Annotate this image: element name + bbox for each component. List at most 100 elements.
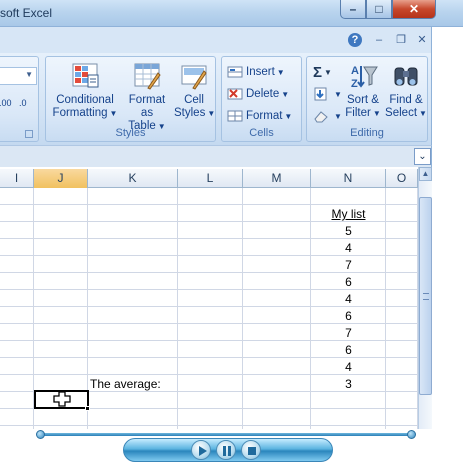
list-value-cell[interactable]: 7	[311, 257, 386, 274]
binoculars-icon	[394, 67, 418, 86]
format-as-table-button[interactable]: Format as Table ▼	[122, 61, 172, 133]
play-button[interactable]	[191, 440, 211, 460]
list-value-cell[interactable]: 5	[311, 223, 386, 240]
sort-filter-label-1: Sort &	[347, 94, 379, 106]
maximize-button[interactable]: □	[366, 0, 392, 19]
dropdown-arrow-icon: ▼	[419, 109, 427, 118]
increase-decimal-button[interactable]: .00	[0, 99, 12, 108]
clear-button[interactable]: ▼	[313, 107, 342, 125]
column-header-k[interactable]: K	[88, 169, 178, 188]
worksheet-grid[interactable]: IJKLMNO My list 5 4 7 6 4 6 7 6 4 3 The average:	[0, 169, 418, 429]
delete-cells-icon	[227, 88, 243, 100]
format-as-table-icon	[134, 63, 161, 90]
seek-start-knob[interactable]	[36, 430, 45, 439]
list-value-cell[interactable]: 3	[311, 376, 386, 393]
average-label-cell[interactable]: The average:	[90, 376, 161, 393]
list-value-cell[interactable]: 6	[311, 308, 386, 325]
column-header-n[interactable]: N	[311, 169, 386, 188]
stop-button[interactable]	[241, 440, 261, 460]
insert-label: Insert	[246, 66, 275, 78]
delete-button[interactable]: Delete ▼	[227, 85, 289, 103]
conditional-formatting-button[interactable]: Conditional Formatting ▼	[50, 61, 120, 120]
sort-filter-button[interactable]: A Z Sort & Filter ▼	[343, 61, 383, 120]
cells-group: Insert ▼ Delete ▼ Format ▼ Cells	[221, 56, 302, 142]
ribbon-restore-button[interactable]: ❐	[394, 33, 408, 47]
editing-group: Σ ▼ ▼ ▼ A Z Sort & Filter ▼ Find & Selec…	[306, 56, 428, 142]
cell-styles-label-1: Cell	[184, 94, 204, 106]
list-value-cell[interactable]: 7	[311, 325, 386, 342]
delete-label: Delete	[246, 88, 280, 100]
column-header-m[interactable]: M	[243, 169, 311, 188]
column-header-j[interactable]: J	[34, 169, 88, 188]
ribbon-minimize-button[interactable]: –	[372, 33, 386, 47]
help-icon[interactable]: ?	[348, 33, 362, 47]
grid-column-line	[177, 188, 178, 429]
cross-cursor-icon	[53, 391, 71, 407]
styles-group: Conditional Formatting ▼ Format as Table ▼…	[45, 56, 216, 142]
dialog-launcher-icon[interactable]	[25, 130, 33, 138]
column-header-l[interactable]: L	[178, 169, 243, 188]
number-group: ▼ .00 .0	[0, 56, 39, 142]
dropdown-arrow-icon: ▼	[276, 67, 285, 77]
styles-group-label: Styles	[115, 127, 146, 139]
vertical-scrollbar[interactable]: ▲	[418, 167, 432, 429]
find-select-button[interactable]: Find & Select ▼	[385, 61, 427, 120]
conditional-formatting-label-1: Conditional	[56, 94, 114, 106]
column-header-i[interactable]: I	[0, 169, 34, 188]
cell-styles-label-2: Styles	[174, 107, 206, 119]
fill-button[interactable]: ▼	[313, 85, 342, 103]
conditional-formatting-label-2: Formatting	[52, 107, 108, 119]
title-bar: soft Excel – □ ✕	[0, 0, 463, 27]
inc-decimal-label: .00	[0, 98, 12, 108]
seek-track[interactable]	[36, 430, 416, 439]
eraser-icon	[314, 111, 328, 123]
seek-end-knob[interactable]	[407, 430, 416, 439]
number-format-dropdown[interactable]: ▼	[0, 67, 37, 85]
conditional-formatting-icon	[72, 63, 99, 88]
scroll-up-button[interactable]: ▲	[419, 167, 432, 181]
fill-down-icon	[314, 87, 327, 101]
window-title: soft Excel	[0, 6, 53, 20]
list-value-cell[interactable]: 4	[311, 291, 386, 308]
format-button[interactable]: Format ▼	[227, 107, 292, 125]
list-value-cell[interactable]: 6	[311, 342, 386, 359]
ribbon-close-button[interactable]: ✕	[415, 33, 429, 47]
format-label: Format	[246, 110, 283, 122]
dropdown-arrow-icon: ▼	[281, 89, 290, 99]
playback-controls	[123, 438, 333, 462]
list-header-cell[interactable]: My list	[311, 206, 386, 223]
chevron-down-icon: ▼	[25, 70, 33, 79]
dropdown-arrow-icon: ▼	[334, 89, 342, 99]
expand-formula-bar-button[interactable]: ⌄	[414, 148, 431, 165]
find-select-label-1: Find &	[389, 94, 423, 106]
grid-row-line	[0, 425, 418, 426]
grid-column-line	[242, 188, 243, 429]
minimize-button[interactable]: –	[340, 0, 366, 19]
list-value-cell[interactable]: 4	[311, 359, 386, 376]
column-header-row: IJKLMNO	[0, 169, 418, 188]
list-value-cell[interactable]: 6	[311, 274, 386, 291]
pause-icon	[223, 446, 231, 456]
insert-cells-icon	[227, 66, 243, 78]
dropdown-arrow-icon: ▼	[284, 111, 293, 121]
insert-button[interactable]: Insert ▼	[227, 63, 285, 81]
find-select-label-2: Select	[385, 107, 418, 119]
format-as-table-label-1: Format	[128, 94, 166, 106]
svg-text:Z: Z	[351, 78, 358, 90]
close-button[interactable]: ✕	[392, 0, 436, 19]
editing-group-label: Editing	[350, 127, 384, 139]
scroll-thumb[interactable]	[419, 197, 432, 395]
autosum-button[interactable]: Σ ▼	[313, 63, 332, 81]
cells-group-label: Cells	[249, 127, 274, 139]
svg-text:A: A	[351, 65, 359, 77]
fill-handle[interactable]	[85, 406, 90, 411]
dropdown-arrow-icon: ▼	[324, 67, 332, 77]
list-value-cell[interactable]: 4	[311, 240, 386, 257]
play-icon	[199, 446, 207, 456]
cell-styles-button[interactable]: Cell Styles ▼	[174, 61, 215, 120]
formula-bar: ⌄	[0, 145, 432, 167]
grid-row-line	[0, 204, 418, 205]
decrease-decimal-button[interactable]: .0	[19, 99, 27, 108]
pause-button[interactable]	[216, 440, 236, 460]
column-header-o[interactable]: O	[386, 169, 418, 188]
